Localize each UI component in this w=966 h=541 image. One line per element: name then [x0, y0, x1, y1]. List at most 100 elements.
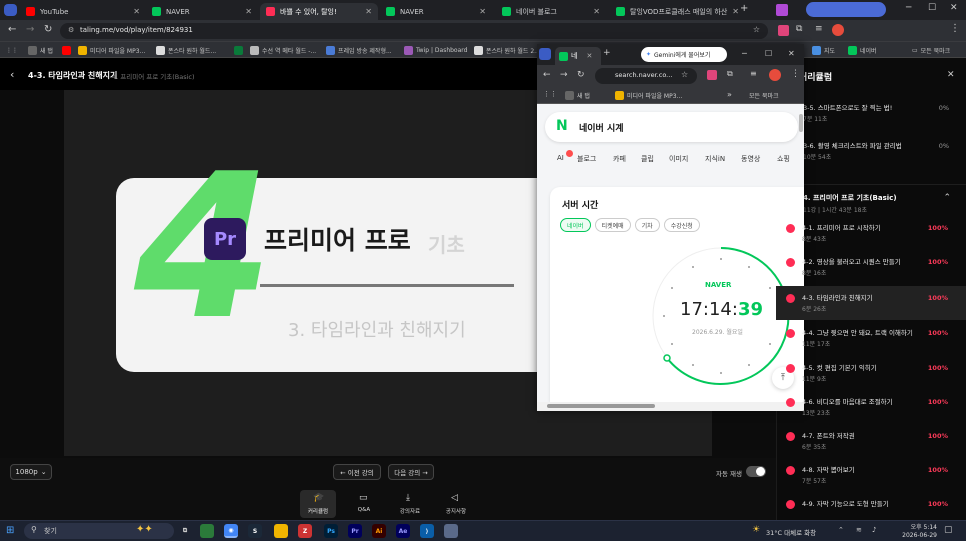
- reload-icon[interactable]: ↻: [577, 70, 585, 80]
- tab-naver-blog[interactable]: 네이버 블로그 ✕: [496, 3, 606, 20]
- weather-text[interactable]: 31°C 대체로 화창: [766, 527, 816, 537]
- close-icon[interactable]: ✕: [593, 7, 600, 16]
- maximize-button[interactable]: ☐: [928, 3, 936, 13]
- minimize-button[interactable]: ─: [906, 3, 911, 13]
- address-bar[interactable]: ⚙ taling.me/vod/play/item/824931 ☆: [60, 23, 768, 39]
- task-view-icon[interactable]: ⧉: [178, 524, 192, 538]
- clock-date[interactable]: 2026-06-29: [901, 532, 937, 539]
- tab-taling[interactable]: 바쁠 수 있어, 탈잉! ✕: [260, 3, 378, 20]
- download-icon[interactable]: [707, 70, 717, 80]
- bookmark-star-icon[interactable]: ☆: [753, 25, 760, 34]
- chip-ticket[interactable]: 티켓예매: [594, 218, 631, 232]
- back-icon[interactable]: ←: [8, 24, 16, 35]
- app-icon[interactable]: [200, 524, 214, 538]
- section-header[interactable]: 4. 프리미어 프로 기초(Basic) 11강 | 1시간 43분 18초 ⌃: [777, 184, 966, 216]
- close-icon[interactable]: ✕: [365, 7, 372, 16]
- nav-cafe[interactable]: 카페: [613, 154, 626, 164]
- chip-train[interactable]: 기차: [634, 218, 660, 232]
- new-tab-button[interactable]: +: [740, 3, 752, 17]
- notepad-icon[interactable]: [444, 524, 458, 538]
- bookmark-star-icon[interactable]: ☆: [681, 70, 688, 79]
- forward-icon[interactable]: →: [560, 70, 568, 80]
- after-effects-icon[interactable]: Ae: [396, 524, 410, 538]
- chip-class[interactable]: 수강신청: [663, 218, 700, 232]
- windows-start-icon[interactable]: ⊞: [6, 525, 14, 536]
- vscode-icon[interactable]: ⟩: [420, 524, 434, 538]
- nav-image[interactable]: 이미지: [669, 154, 688, 164]
- wifi-icon[interactable]: ≋: [856, 526, 862, 534]
- list-item[interactable]: 3-5. 스마트폰으로도 잘 찍는 법! 7분 11초 0%: [777, 98, 966, 132]
- bookmark-twip[interactable]: Twip | Dashboard: [404, 44, 467, 56]
- new-tab-button[interactable]: +: [603, 48, 611, 58]
- bookmark-meta[interactable]: 수선 역 메타 월드 -...: [250, 44, 316, 56]
- close-icon[interactable]: ✕: [947, 70, 955, 80]
- curriculum-item[interactable]: 4-2. 영상을 불러오고 시퀀스 만들기 8분 16초 100%: [776, 250, 966, 284]
- apps-icon[interactable]: ⋮⋮: [543, 90, 557, 98]
- reload-icon[interactable]: ↻: [44, 24, 52, 35]
- chevron-left-icon[interactable]: ‹: [10, 68, 14, 81]
- curriculum-item[interactable]: 4-3. 타임라인과 친해지기 6분 26초 100%: [776, 286, 966, 320]
- apps-icon[interactable]: ⋮⋮: [6, 44, 18, 56]
- tab-naver-popup[interactable]: 네 ✕: [555, 47, 601, 65]
- bookmark-naver[interactable]: 네이버: [848, 44, 877, 56]
- vertical-scrollbar[interactable]: [799, 114, 803, 132]
- premiere-icon[interactable]: Pr: [348, 524, 362, 538]
- scrollbar-thumb[interactable]: [547, 404, 655, 408]
- bookmark-broadcast[interactable]: 프레임 방송 제작형...: [326, 44, 392, 56]
- bookmark-youtube[interactable]: [62, 44, 71, 56]
- download-icon[interactable]: [778, 25, 789, 36]
- tab-naver[interactable]: NAVER ✕: [146, 3, 258, 20]
- close-window-button[interactable]: ✕: [950, 3, 958, 13]
- curriculum-item[interactable]: 4-5. 컷 편집 기본기 익히기 11분 9초 100%: [776, 356, 966, 390]
- quality-select[interactable]: 1080p ⌄: [10, 464, 52, 480]
- bookmark-mp3[interactable]: 미디어 파일을 MP3...: [78, 44, 145, 56]
- curriculum-item[interactable]: 4-4. 그냥 찢으면 안 돼요, 트랙 이해하기 11분 17초 100%: [776, 321, 966, 355]
- extensions-icon[interactable]: ⧉: [796, 24, 802, 34]
- avatar[interactable]: [769, 69, 781, 81]
- nav-clip[interactable]: 클립: [641, 154, 654, 164]
- list-item[interactable]: 3-6. 촬영 체크리스트와 파일 관리법 10분 54초 0%: [777, 134, 966, 168]
- next-lesson-button[interactable]: 다음 강의 →: [388, 464, 434, 480]
- minimize-button[interactable]: ─: [742, 49, 747, 58]
- filezilla-icon[interactable]: Z: [298, 524, 312, 538]
- close-icon[interactable]: ✕: [732, 7, 738, 16]
- close-icon[interactable]: ✕: [479, 7, 486, 16]
- curriculum-item[interactable]: 4-7. 폰트와 저작권 6분 35초 100%: [776, 424, 966, 458]
- avatar[interactable]: [832, 24, 844, 36]
- prev-lesson-button[interactable]: ← 이전 강의: [333, 464, 381, 480]
- nav-ai[interactable]: AI: [557, 154, 564, 162]
- bookmark-app[interactable]: [234, 44, 243, 56]
- profile-chip[interactable]: [806, 2, 886, 17]
- menu-icon[interactable]: ⋮: [950, 23, 960, 34]
- forward-icon[interactable]: →: [26, 24, 34, 35]
- chrome-icon[interactable]: ◉: [224, 524, 238, 538]
- more-bookmarks-icon[interactable]: »: [727, 90, 732, 99]
- qna-button[interactable]: ▭ Q&A: [346, 490, 382, 518]
- bookmark-new-tab[interactable]: 새 탭: [565, 91, 590, 100]
- tray-arrow-icon[interactable]: ⌃: [838, 526, 844, 534]
- naver-search-box[interactable]: N 네이버 시계: [545, 112, 798, 142]
- bookmark-map[interactable]: 지도: [812, 44, 835, 56]
- extension-icon[interactable]: [776, 4, 788, 16]
- steam-icon[interactable]: S: [248, 524, 262, 538]
- back-icon[interactable]: ←: [543, 70, 551, 80]
- bookmark-world-2[interactable]: 폰스타 원하 월드 2...: [474, 44, 540, 56]
- close-window-button[interactable]: ✕: [788, 49, 795, 58]
- maximize-button[interactable]: ☐: [765, 49, 772, 58]
- materials-button[interactable]: ⤓ 강의자료: [392, 490, 428, 518]
- curriculum-button[interactable]: 🎓 커리큘럼: [300, 490, 336, 518]
- site-info-icon[interactable]: ⚙: [68, 26, 74, 34]
- close-icon[interactable]: ✕: [245, 7, 252, 16]
- bookmark-all[interactable]: ▭ 모든 북마크: [912, 44, 950, 56]
- menu-icon[interactable]: ⋮: [791, 69, 800, 79]
- nav-kin[interactable]: 지식iN: [705, 154, 725, 164]
- media-icon[interactable]: ≡: [750, 69, 757, 78]
- volume-icon[interactable]: ♪: [872, 526, 876, 534]
- notice-button[interactable]: ◁ 공지사항: [438, 490, 474, 518]
- chip-naver[interactable]: 네이버: [560, 218, 591, 232]
- curriculum-item[interactable]: 4-6. 비디오를 마음대로 조절하기 13분 23초 100%: [776, 390, 966, 424]
- tab-naver-2[interactable]: NAVER ✕: [380, 3, 492, 20]
- tab-search-button[interactable]: [4, 4, 17, 16]
- tab-search-button[interactable]: [539, 48, 551, 60]
- nav-blog[interactable]: 블로그: [577, 154, 596, 164]
